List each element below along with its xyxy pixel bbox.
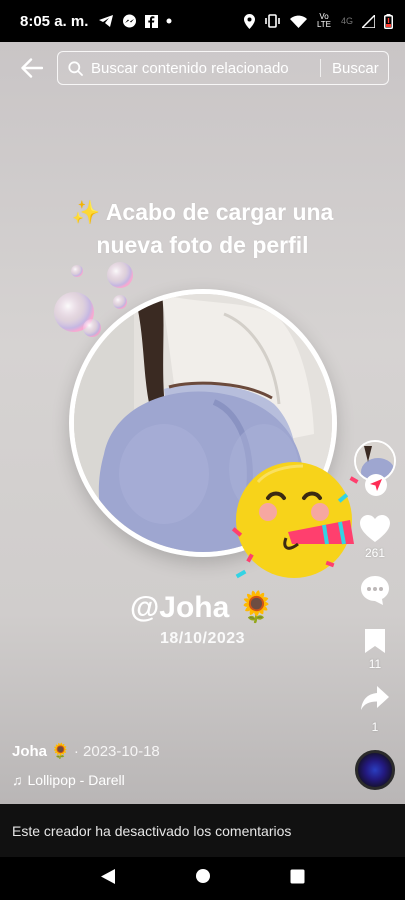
caption: Joha 🌻 · 2023-10-18 ♫ Lollipop - Darell	[12, 742, 160, 789]
cell-signal-icon	[362, 14, 375, 28]
search-icon	[68, 60, 83, 76]
post-date-overlay: 18/10/2023	[159, 630, 246, 647]
share-count: 1	[371, 720, 379, 734]
music-title: Lollipop - Darell	[27, 772, 125, 788]
top-search-bar: Buscar	[0, 50, 405, 86]
like-count: 261	[364, 546, 386, 560]
search-divider	[320, 59, 321, 77]
action-rail: 261 11 1	[353, 440, 397, 734]
headline-line-1: ✨ Acabo de cargar una	[71, 199, 334, 225]
send-icon	[370, 479, 382, 491]
search-box[interactable]: Buscar	[57, 51, 389, 85]
volte-icon: Vo LTE	[316, 13, 332, 29]
follow-button[interactable]	[365, 474, 387, 496]
share-arrow-icon	[361, 686, 389, 710]
party-emoji-sticker	[231, 462, 359, 579]
bookmark-icon	[365, 629, 385, 653]
search-input[interactable]	[91, 59, 316, 77]
nav-back-button[interactable]	[100, 868, 116, 890]
comments-disabled-bar: Este creador ha desactivado los comentar…	[0, 804, 405, 857]
nav-home-button[interactable]	[195, 868, 211, 889]
volte-label: Vo LTE	[316, 12, 332, 29]
location-icon	[243, 13, 255, 29]
status-time: 8:05 a. m.	[20, 12, 89, 30]
comment-icon	[361, 576, 389, 605]
back-button[interactable]	[14, 50, 50, 86]
caption-date: · 2023-10-18	[73, 742, 160, 760]
wifi-icon	[289, 15, 307, 28]
telegram-icon	[98, 14, 114, 28]
save-button[interactable]: 11	[364, 628, 386, 671]
comment-button[interactable]	[359, 574, 391, 606]
messenger-icon	[122, 14, 137, 29]
music-disc[interactable]	[355, 750, 395, 790]
square-recents-icon	[290, 869, 305, 883]
music-info[interactable]: ♫ Lollipop - Darell	[12, 772, 160, 788]
signal-4g-label: 4G	[340, 16, 353, 26]
arrow-left-icon	[21, 58, 43, 78]
music-note-icon: ♫	[12, 772, 23, 788]
battery-low-icon	[384, 13, 393, 29]
nav-recents-button[interactable]	[290, 869, 305, 889]
video-player[interactable]: Buscar ✨ Acabo de cargar una nueva foto …	[0, 42, 405, 804]
android-nav-bar	[0, 857, 405, 900]
heart-icon	[360, 515, 390, 542]
triangle-back-icon	[100, 868, 115, 884]
search-button[interactable]: Buscar	[332, 60, 379, 77]
save-count: 11	[368, 657, 382, 671]
like-button[interactable]: 261	[359, 514, 391, 560]
signal-4g-icon: 4G	[341, 16, 353, 26]
comments-disabled-text: Este creador ha desactivado los comentar…	[12, 822, 292, 839]
circle-home-icon	[195, 869, 210, 883]
share-button[interactable]: 1	[360, 685, 390, 734]
notification-dot-icon	[166, 18, 172, 24]
vibrate-icon	[264, 14, 281, 28]
post-headline: ✨ Acabo de cargar una nueva foto de perf…	[0, 196, 405, 262]
facebook-icon	[145, 14, 159, 28]
post-handle: @Joha 🌻	[130, 591, 275, 624]
caption-author[interactable]: Joha 🌻	[12, 742, 70, 760]
status-bar: 8:05 a. m. Vo LTE 4G	[0, 0, 405, 42]
